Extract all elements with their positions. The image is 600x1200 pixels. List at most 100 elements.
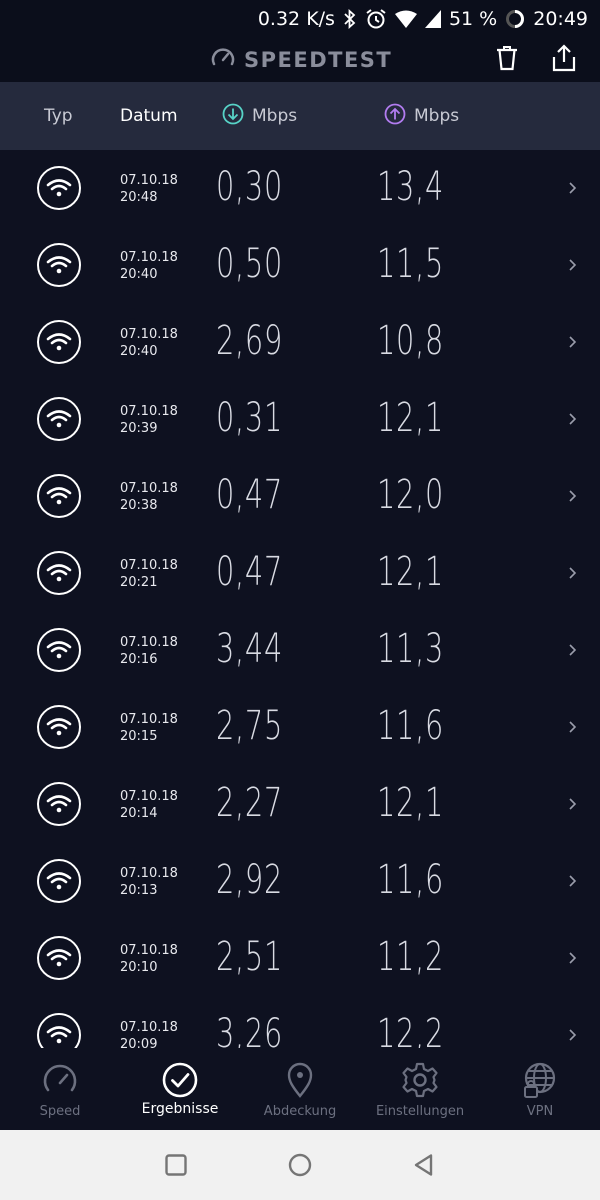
table-row[interactable]: 07.10.18 20:38 0,47 12,0 xyxy=(0,458,600,535)
wifi-icon xyxy=(37,782,81,826)
table-row[interactable]: 07.10.18 20:40 2,69 10,8 xyxy=(0,304,600,381)
nav-label-vpn: VPN xyxy=(526,1104,554,1119)
download-value: 0,30 xyxy=(216,164,284,210)
column-download-header[interactable]: Mbps xyxy=(222,82,297,150)
column-type-header[interactable]: Typ xyxy=(44,82,73,150)
upload-arrow-icon xyxy=(384,103,406,130)
home-button[interactable] xyxy=(287,1152,313,1178)
result-datetime: 07.10.18 20:13 xyxy=(120,865,178,899)
system-navigation-bar xyxy=(0,1130,600,1200)
bottom-navigation: Speed Ergebnisse Abdeckung Einstellungen… xyxy=(0,1048,600,1130)
result-date: 07.10.18 xyxy=(120,404,178,419)
download-value: 0,50 xyxy=(216,241,284,287)
status-indicators: 0.32 K/s 51 % 20:49 xyxy=(258,5,588,33)
gauge-icon xyxy=(40,1060,80,1100)
column-type-label: Typ xyxy=(44,106,73,126)
download-arrow-icon xyxy=(222,103,244,130)
result-datetime: 07.10.18 20:40 xyxy=(120,249,178,283)
chevron-right-icon xyxy=(569,259,577,271)
result-datetime: 07.10.18 20:15 xyxy=(120,711,178,745)
result-date: 07.10.18 xyxy=(120,866,178,881)
nav-item-speed[interactable]: Speed xyxy=(0,1048,120,1130)
upload-value: 11,3 xyxy=(377,626,445,672)
result-time: 20:15 xyxy=(120,729,158,744)
wifi-icon xyxy=(37,1013,81,1048)
upload-unit-label: Mbps xyxy=(414,106,460,126)
download-value: 2,69 xyxy=(216,318,284,364)
nav-item-results[interactable]: Ergebnisse xyxy=(120,1048,240,1130)
wifi-icon xyxy=(37,859,81,903)
result-date: 07.10.18 xyxy=(120,250,178,265)
table-row[interactable]: 07.10.18 20:15 2,75 11,6 xyxy=(0,689,600,766)
table-row[interactable]: 07.10.18 20:21 0,47 12,1 xyxy=(0,535,600,612)
column-date-label: Datum xyxy=(120,106,178,126)
table-row[interactable]: 07.10.18 20:40 0,50 11,5 xyxy=(0,227,600,304)
table-row[interactable]: 07.10.18 20:10 2,51 11,2 xyxy=(0,920,600,997)
upload-value: 12,0 xyxy=(377,472,445,518)
wifi-icon xyxy=(37,243,81,287)
upload-value: 11,5 xyxy=(377,241,445,287)
chevron-right-icon xyxy=(569,336,577,348)
battery-ring-icon xyxy=(505,9,525,29)
table-row[interactable]: 07.10.18 20:09 3,26 12,2 xyxy=(0,997,600,1048)
results-list: 07.10.18 20:48 0,30 13,4 07.10.18 20:40 0,… xyxy=(0,150,600,1048)
app-logo: SPEEDTEST xyxy=(210,44,392,76)
result-time: 20:09 xyxy=(120,1037,158,1048)
result-datetime: 07.10.18 20:48 xyxy=(120,172,178,206)
result-datetime: 07.10.18 20:09 xyxy=(120,1019,178,1048)
nav-item-settings[interactable]: Einstellungen xyxy=(360,1048,480,1130)
location-pin-icon xyxy=(280,1060,320,1100)
result-time: 20:16 xyxy=(120,652,158,667)
result-time: 20:40 xyxy=(120,267,158,282)
share-icon xyxy=(551,44,577,76)
column-upload-header[interactable]: Mbps xyxy=(384,82,459,150)
share-button[interactable] xyxy=(547,43,581,77)
chevron-right-icon xyxy=(569,182,577,194)
result-time: 20:10 xyxy=(120,960,158,975)
upload-value: 11,6 xyxy=(377,703,445,749)
delete-button[interactable] xyxy=(490,43,524,77)
chevron-right-icon xyxy=(569,798,577,810)
nav-item-vpn[interactable]: VPN xyxy=(480,1048,600,1130)
download-value: 2,75 xyxy=(216,703,284,749)
upload-value: 11,6 xyxy=(377,857,445,903)
result-date: 07.10.18 xyxy=(120,173,178,188)
table-row[interactable]: 07.10.18 20:13 2,92 11,6 xyxy=(0,843,600,920)
result-date: 07.10.18 xyxy=(120,481,178,496)
trash-icon xyxy=(494,44,520,76)
bluetooth-icon xyxy=(343,9,357,29)
recents-button[interactable] xyxy=(163,1152,189,1178)
back-button[interactable] xyxy=(411,1152,437,1178)
wifi-icon xyxy=(37,936,81,980)
table-row[interactable]: 07.10.18 20:48 0,30 13,4 xyxy=(0,150,600,227)
clock: 20:49 xyxy=(533,8,588,30)
chevron-right-icon xyxy=(569,1029,577,1041)
result-datetime: 07.10.18 20:14 xyxy=(120,788,178,822)
app-title: SPEEDTEST xyxy=(244,48,393,72)
result-date: 07.10.18 xyxy=(120,1020,178,1035)
result-datetime: 07.10.18 20:38 xyxy=(120,480,178,514)
download-value: 0,31 xyxy=(216,395,284,441)
upload-value: 12,2 xyxy=(377,1011,445,1048)
download-unit-label: Mbps xyxy=(252,106,298,126)
upload-value: 11,2 xyxy=(377,934,445,980)
result-date: 07.10.18 xyxy=(120,327,178,342)
app-bar: SPEEDTEST xyxy=(0,38,600,82)
upload-value: 10,8 xyxy=(377,318,445,364)
chevron-right-icon xyxy=(569,413,577,425)
wifi-icon xyxy=(37,551,81,595)
result-time: 20:38 xyxy=(120,498,158,513)
chevron-right-icon xyxy=(569,875,577,887)
battery-level: 51 % xyxy=(448,8,498,30)
table-row[interactable]: 07.10.18 20:39 0,31 12,1 xyxy=(0,381,600,458)
result-datetime: 07.10.18 20:40 xyxy=(120,326,178,360)
upload-value: 13,4 xyxy=(377,164,445,210)
result-datetime: 07.10.18 20:21 xyxy=(120,557,178,591)
nav-label-settings: Einstellungen xyxy=(375,1104,465,1119)
table-row[interactable]: 07.10.18 20:16 3,44 11,3 xyxy=(0,612,600,689)
table-row[interactable]: 07.10.18 20:14 2,27 12,1 xyxy=(0,766,600,843)
column-date-header[interactable]: Datum xyxy=(120,82,178,150)
nav-item-coverage[interactable]: Abdeckung xyxy=(240,1048,360,1130)
status-bar: 0.32 K/s 51 % 20:49 xyxy=(0,0,600,38)
nav-label-speed: Speed xyxy=(39,1104,81,1119)
